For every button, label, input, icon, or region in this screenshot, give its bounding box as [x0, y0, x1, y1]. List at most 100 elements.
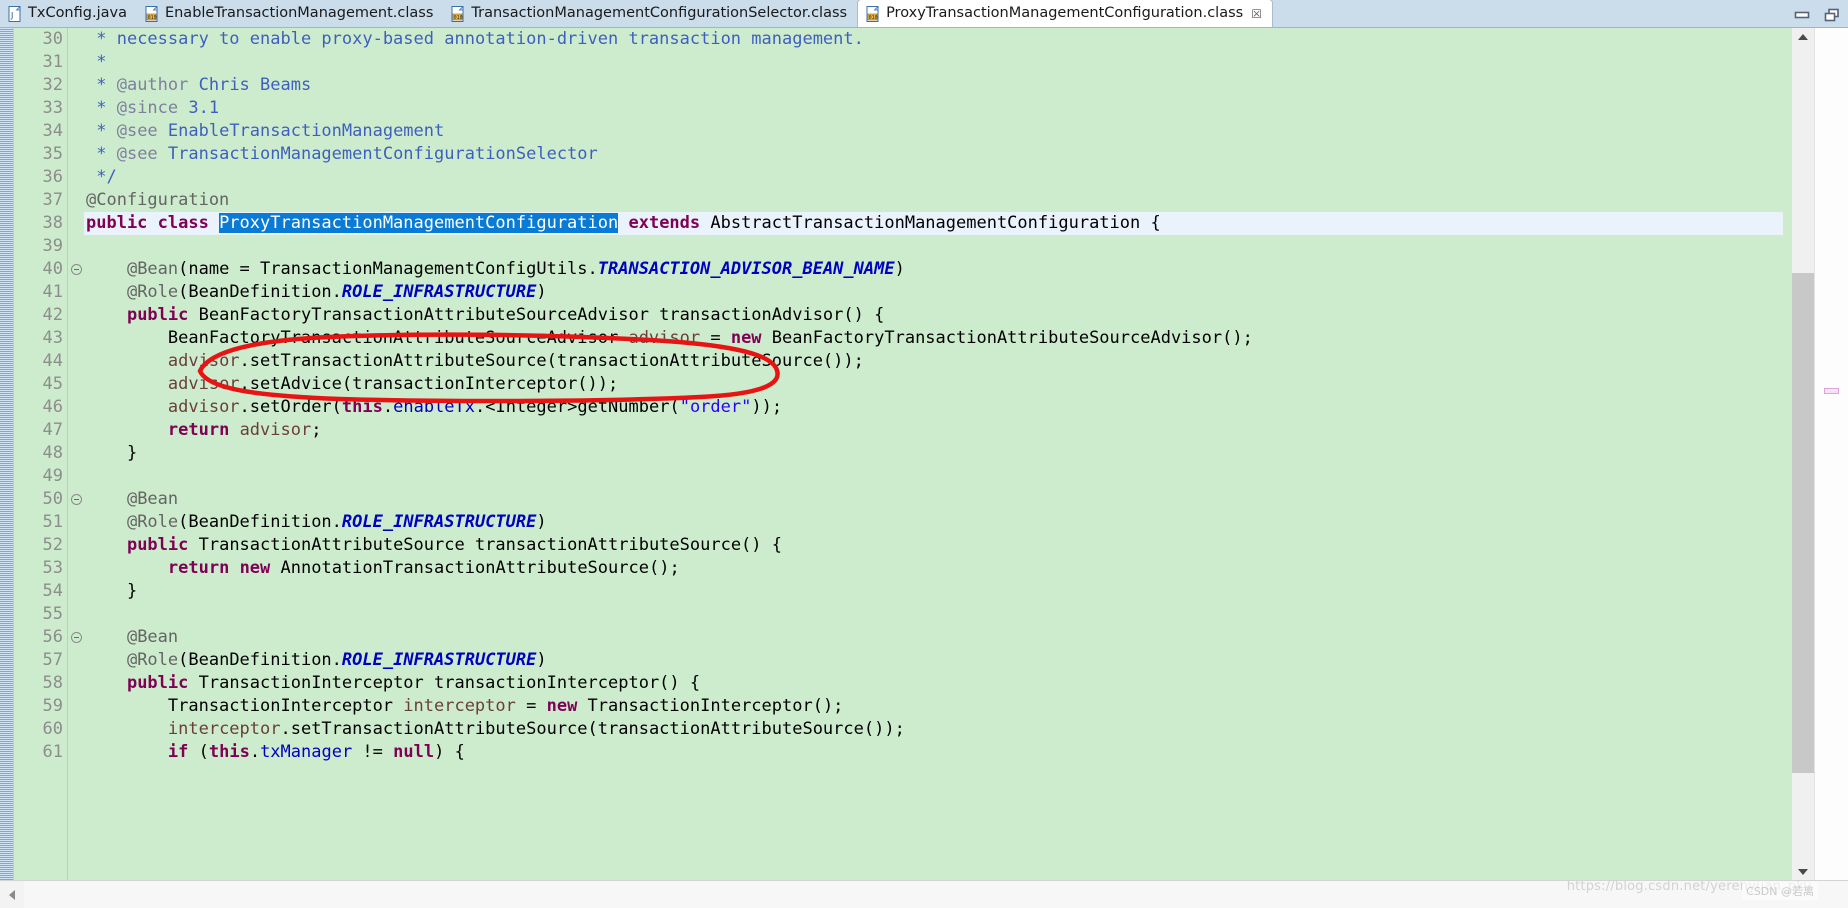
code-line[interactable]: @Bean(name = TransactionManagementConfig… [84, 258, 1783, 281]
code-line[interactable]: TransactionInterceptor interceptor = new… [84, 695, 1783, 718]
code-line[interactable]: } [84, 442, 1783, 465]
code-token: if [167, 742, 189, 762]
chevron-down-icon[interactable] [1792, 863, 1814, 880]
code-line[interactable]: @Bean [84, 626, 1783, 649]
code-token: @see [116, 121, 158, 141]
code-token: @since [116, 98, 179, 118]
scroll-thumb[interactable] [1792, 273, 1814, 773]
code-line[interactable]: * @see TransactionManagementConfiguratio… [84, 143, 1783, 166]
code-token: advisor [167, 351, 240, 371]
overview-ruler[interactable] [1814, 28, 1848, 880]
svg-text:010: 010 [148, 15, 157, 21]
line-number: 47 [42, 420, 63, 440]
code-line[interactable]: advisor.setOrder(this.enableTx.<Integer>… [84, 396, 1783, 419]
code-editor[interactable]: 30 31 32 33 34 35 36 37 38 39 40 41 42 43 44 45 46 47 48 49… [0, 28, 1848, 880]
eclipse-editor-window: J TxConfig.java 010 EnableTransactionMan… [0, 0, 1848, 908]
chevron-left-icon[interactable] [0, 881, 24, 908]
code-token: BeanFactoryTransactionAttributeSourceAdv… [761, 328, 1253, 348]
code-line[interactable]: * necessary to enable proxy-based annota… [84, 28, 1783, 51]
code-text-area[interactable]: * necessary to enable proxy-based annota… [84, 28, 1783, 880]
fold-collapse-icon[interactable] [71, 264, 82, 275]
line-number: 57 [42, 650, 63, 670]
line-number: 40 [42, 259, 63, 279]
code-token: advisor [167, 374, 240, 394]
code-token: null [393, 742, 435, 762]
fold-collapse-icon[interactable] [71, 632, 82, 643]
code-token: ROLE_INFRASTRUCTURE [341, 650, 537, 670]
code-line[interactable]: @Role(BeanDefinition.ROLE_INFRASTRUCTURE… [84, 649, 1783, 672]
code-token: .setTransactionAttributeSource(transacti… [239, 351, 864, 371]
code-token: @Bean [126, 627, 179, 647]
code-token: @Role [126, 282, 179, 302]
code-token: ) [536, 282, 547, 302]
code-token: TransactionAttributeSource transactionAt… [188, 535, 782, 555]
code-token: public [126, 305, 189, 325]
tab-proxytransactionmanagementconfiguration-class[interactable]: 010 ProxyTransactionManagementConfigurat… [857, 0, 1273, 27]
vertical-scrollbar[interactable] [1792, 28, 1814, 880]
code-line[interactable]: * @see EnableTransactionManagement [84, 120, 1783, 143]
code-line[interactable]: public BeanFactoryTransactionAttributeSo… [84, 304, 1783, 327]
code-line[interactable]: @Role(BeanDefinition.ROLE_INFRASTRUCTURE… [84, 511, 1783, 534]
line-number: 38 [42, 213, 63, 233]
tab-label: ProxyTransactionManagementConfiguration.… [886, 5, 1244, 22]
code-line[interactable] [84, 603, 1783, 626]
line-number: 54 [42, 581, 63, 601]
code-line[interactable] [84, 235, 1783, 258]
tab-txconfig-java[interactable]: J TxConfig.java [0, 0, 137, 27]
code-line[interactable] [84, 465, 1783, 488]
code-token: (BeanDefinition. [178, 650, 342, 670]
minimize-icon[interactable] [1794, 7, 1810, 21]
code-token: } [86, 581, 138, 601]
tab-transactionmanagementconfigurationselector-class[interactable]: 010 TransactionManagementConfigurationSe… [443, 0, 858, 27]
code-token: interceptor [403, 696, 516, 716]
change-marker-bar [0, 28, 14, 880]
code-token: = [515, 696, 547, 716]
line-number: 45 [42, 374, 63, 394]
code-line[interactable]: return advisor; [84, 419, 1783, 442]
code-line[interactable]: } [84, 580, 1783, 603]
line-number: 41 [42, 282, 63, 302]
code-line[interactable]: advisor.setAdvice(transactionInterceptor… [84, 373, 1783, 396]
code-line[interactable]: public TransactionInterceptor transactio… [84, 672, 1783, 695]
code-line[interactable]: advisor.setTransactionAttributeSource(tr… [84, 350, 1783, 373]
overview-marker[interactable] [1824, 388, 1839, 394]
code-token: (name = TransactionManagementConfigUtils… [178, 259, 598, 279]
code-line[interactable]: interceptor.setTransactionAttributeSourc… [84, 718, 1783, 741]
code-line[interactable]: BeanFactoryTransactionAttributeSourceAdv… [84, 327, 1783, 350]
code-line[interactable]: * [84, 51, 1783, 74]
close-icon[interactable]: ☒ [1251, 8, 1262, 20]
line-number: 60 [42, 719, 63, 739]
code-line[interactable]: */ [84, 166, 1783, 189]
code-token: interceptor [167, 719, 281, 739]
code-line[interactable]: @Bean [84, 488, 1783, 511]
code-line[interactable]: @Role(BeanDefinition.ROLE_INFRASTRUCTURE… [84, 281, 1783, 304]
code-line[interactable]: public class ProxyTransactionManagementC… [84, 212, 1783, 235]
tab-label: TxConfig.java [28, 5, 127, 22]
code-line[interactable]: return new AnnotationTransactionAttribut… [84, 557, 1783, 580]
code-token: @Role [126, 512, 179, 532]
chevron-up-icon[interactable] [1792, 28, 1814, 45]
code-token: public [126, 535, 189, 555]
code-line[interactable]: if (this.txManager != null) { [84, 741, 1783, 764]
code-token: * [86, 144, 117, 164]
tab-enabletransactionmanagement-class[interactable]: 010 EnableTransactionManagement.class [136, 0, 444, 27]
svg-text:010: 010 [869, 15, 878, 21]
code-folding-column[interactable] [67, 28, 84, 880]
code-line[interactable]: * @since 3.1 [84, 97, 1783, 120]
code-token: enableTx [393, 397, 475, 417]
code-token: * [86, 29, 117, 49]
restore-icon[interactable] [1824, 7, 1840, 21]
fold-collapse-icon[interactable] [71, 494, 82, 505]
code-line[interactable]: @Configuration [84, 189, 1783, 212]
code-line[interactable]: public TransactionAttributeSource transa… [84, 534, 1783, 557]
code-line[interactable]: * @author Chris Beams [84, 74, 1783, 97]
code-token: @Role [126, 650, 179, 670]
line-number: 35 [42, 144, 63, 164]
